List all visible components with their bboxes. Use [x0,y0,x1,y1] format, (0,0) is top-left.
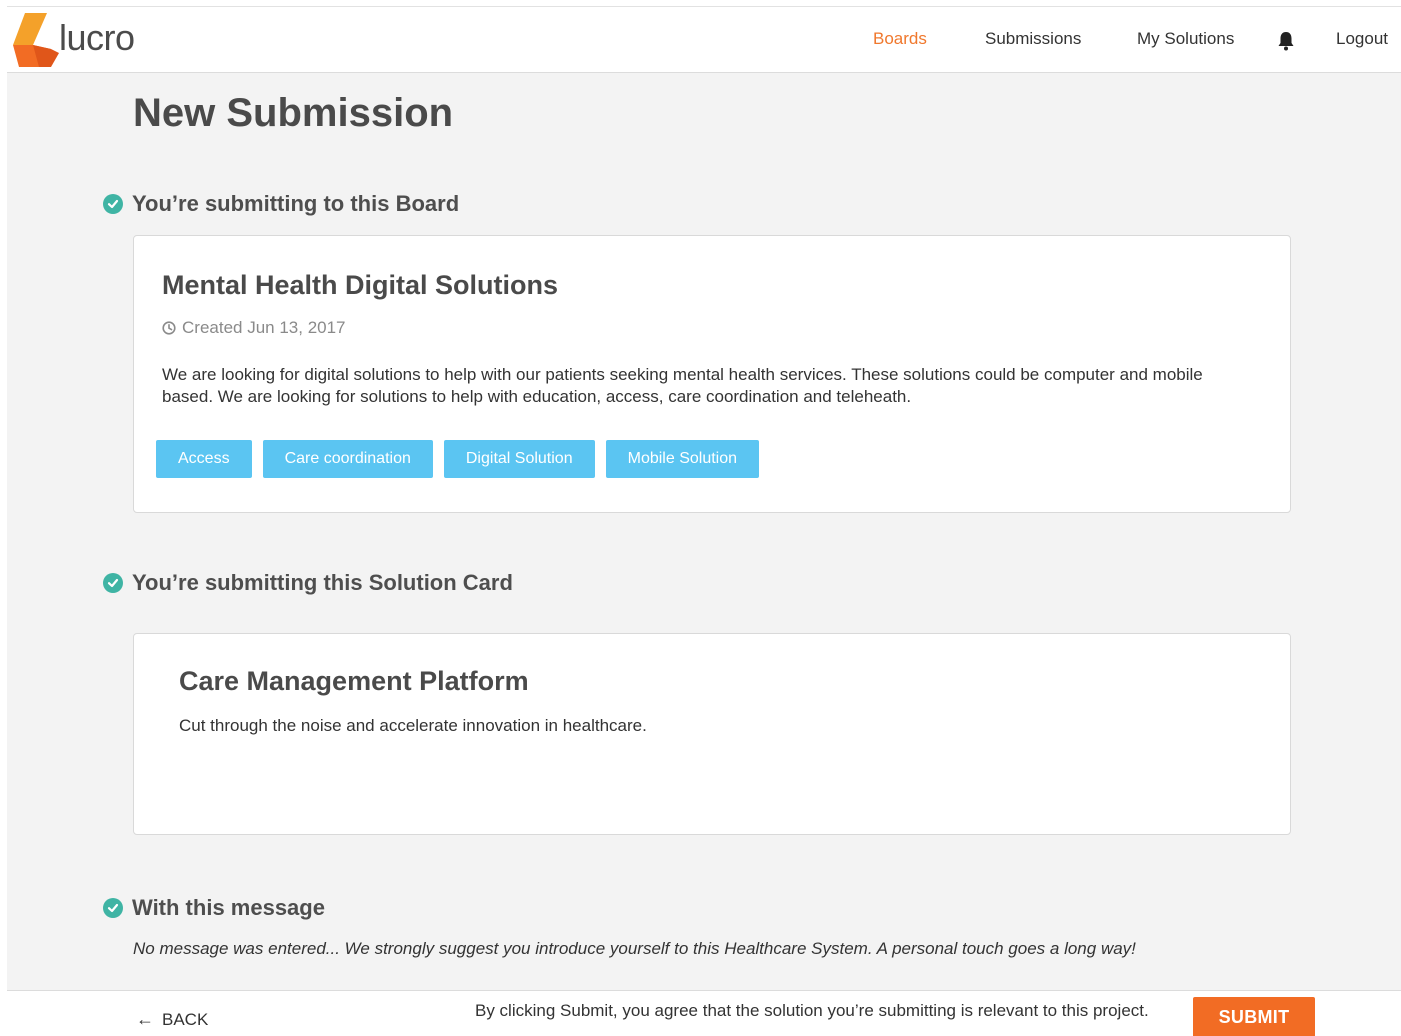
submit-button[interactable]: SUBMIT [1193,997,1315,1036]
check-circle-icon [103,898,123,918]
message-section-heading-text: With this message [132,895,325,920]
nav-submissions[interactable]: Submissions [985,29,1081,49]
tag-digital-solution[interactable]: Digital Solution [443,440,595,478]
nav-my-solutions[interactable]: My Solutions [1137,29,1234,49]
solution-title: Care Management Platform [179,666,529,696]
lucro-logo-mark-icon [13,13,59,67]
tag-mobile-solution[interactable]: Mobile Solution [605,440,760,478]
clock-icon [162,321,176,335]
footer-bar: ← BACK By clicking Submit, you agree tha… [7,990,1401,1036]
lucro-logo[interactable]: lucro [11,13,161,69]
message-section-heading: With this message [103,895,325,921]
board-section-heading-text: You’re submitting to this Board [132,191,460,216]
tag-access[interactable]: Access [156,440,252,478]
created-date-text: Created Jun 13, 2017 [182,318,346,337]
solution-card[interactable]: Care Management Platform Cut through the… [133,633,1291,835]
app-root: lucro Boards Submissions My Solutions Lo… [7,6,1401,1036]
back-label: BACK [162,1009,209,1029]
solution-section-heading-text: You’re submitting this Solution Card [132,570,513,595]
board-section-heading: You’re submitting to this Board [103,191,459,217]
message-text: No message was entered... We strongly su… [133,939,1136,958]
board-description: We are looking for digital solutions to … [162,365,1203,406]
board-tags: Access Care coordination Digital Solutio… [156,440,760,478]
solution-section-heading: You’re submitting this Solution Card [103,570,513,596]
agreement-text: By clicking Submit, you agree that the s… [475,1001,1149,1020]
solution-description: Cut through the noise and accelerate inn… [179,716,647,735]
created-date: Created Jun 13, 2017 [162,318,346,338]
check-circle-icon [103,194,123,214]
nav-logout[interactable]: Logout [1336,29,1388,49]
logo-text: lucro [59,17,135,58]
page-title: New Submission [133,91,454,135]
bell-icon[interactable] [1277,31,1295,51]
check-circle-icon [103,573,123,593]
board-card: Mental Health Digital Solutions Created … [133,235,1291,513]
board-title: Mental Health Digital Solutions [162,270,559,300]
back-button[interactable]: ← BACK [136,1009,208,1030]
top-header: lucro Boards Submissions My Solutions Lo… [7,7,1401,73]
arrow-left-icon: ← [136,1009,154,1029]
tag-care-coordination[interactable]: Care coordination [262,440,433,478]
nav-boards[interactable]: Boards [873,29,927,49]
